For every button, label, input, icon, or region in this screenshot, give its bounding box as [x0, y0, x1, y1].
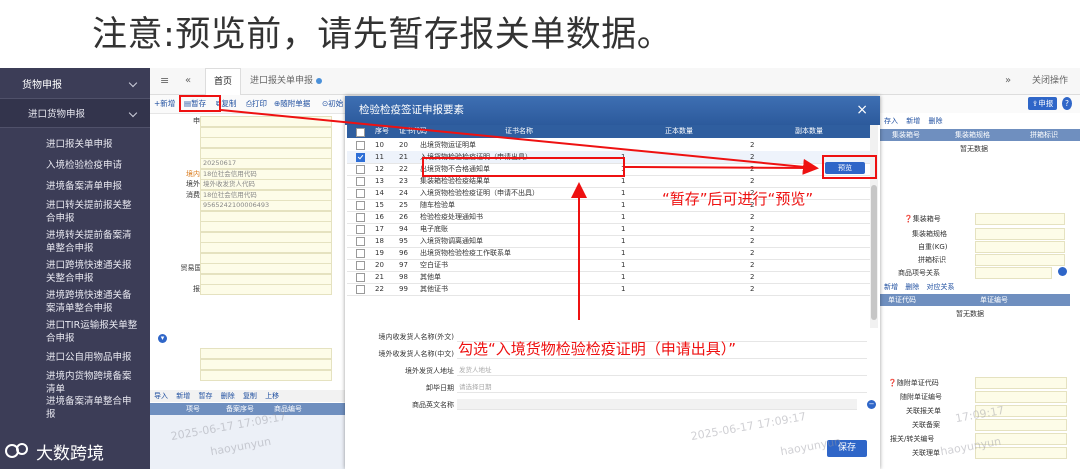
logo: 大数跨境 [4, 436, 154, 466]
after-save-annotation: “暂存”后可进行“预览” [662, 190, 814, 208]
logo-mark-icon [5, 443, 28, 458]
annotation-arrows [220, 109, 819, 320]
arrow-row-to-preview [624, 166, 816, 169]
check-hint-annotation: 勾选“入境货物检验检疫证明（申请出具）” [458, 340, 737, 358]
logo-text: 大数跨境 [36, 443, 104, 464]
arrow-to-preview [220, 109, 819, 175]
